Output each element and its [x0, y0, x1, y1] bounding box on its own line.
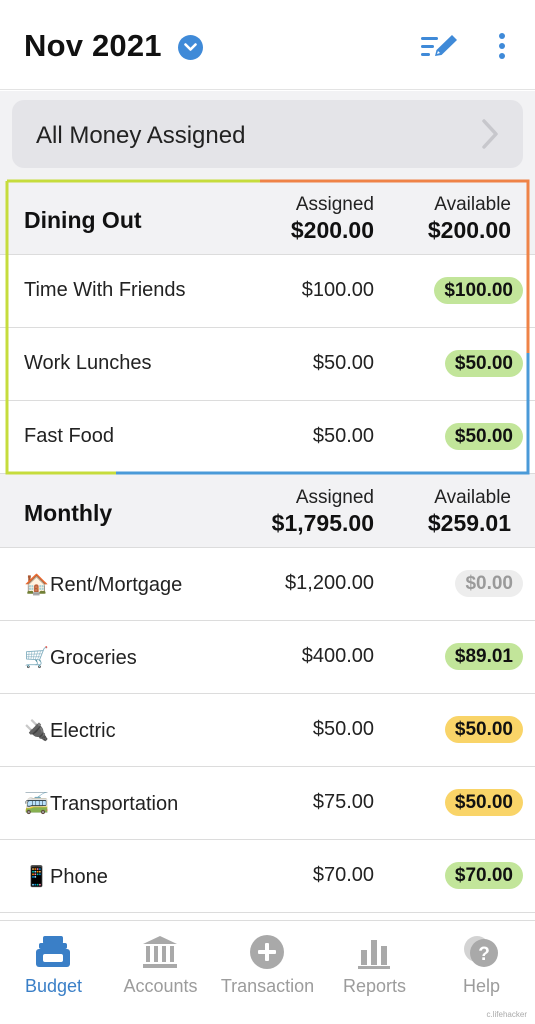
- category-name-wrap: 📱Phone: [24, 864, 108, 889]
- assigned-column-label: Assigned: [295, 194, 374, 215]
- category-row[interactable]: Fast Food $50.00 $50.00: [0, 401, 535, 474]
- nav-label: Help: [462, 976, 501, 996]
- category-row[interactable]: Time With Friends $100.00 $100.00: [0, 255, 535, 328]
- trolleybus-icon: 🚎: [24, 793, 49, 815]
- nav-reports[interactable]: Reports: [321, 921, 428, 1024]
- category-assigned[interactable]: $400.00: [302, 645, 374, 668]
- shopping-cart-icon: 🛒: [24, 647, 49, 669]
- category-assigned[interactable]: $70.00: [313, 864, 374, 887]
- category-assigned[interactable]: $75.00: [313, 791, 374, 814]
- chevron-right-icon: [482, 119, 498, 149]
- available-column-label: Available: [434, 487, 511, 508]
- watermark-text: c.lifehacker: [486, 1010, 527, 1019]
- category-name: Rent/Mortgage: [50, 574, 183, 596]
- group-name: Monthly: [24, 500, 113, 526]
- group-assigned-total: $200.00: [290, 217, 374, 243]
- electric-plug-icon: 🔌: [24, 720, 49, 742]
- month-dropdown-chevron-icon[interactable]: [178, 35, 203, 60]
- category-row[interactable]: 🚎Transportation $75.00 $50.00: [0, 767, 535, 840]
- category-assigned[interactable]: $100.00: [302, 279, 374, 302]
- house-icon: 🏠: [24, 574, 49, 596]
- category-name: Work Lunches: [24, 352, 152, 374]
- available-pill[interactable]: $0.00: [455, 570, 523, 597]
- category-row[interactable]: 📱Phone $70.00 $70.00: [0, 840, 535, 913]
- category-name: Electric: [50, 720, 116, 742]
- help-question-icon: ?: [464, 936, 498, 967]
- bottom-nav: Budget Accounts Transaction Reports ? He…: [0, 920, 535, 1024]
- category-name: Time With Friends: [24, 279, 186, 301]
- nav-label: Budget: [24, 976, 83, 996]
- category-name: Groceries: [50, 647, 137, 669]
- mobile-phone-icon: 📱: [24, 866, 49, 888]
- category-name-wrap: 🚎Transportation: [24, 791, 178, 816]
- category-row[interactable]: 🔌Electric $50.00 $50.00: [0, 694, 535, 767]
- category-row[interactable]: Work Lunches $50.00 $50.00: [0, 328, 535, 401]
- group-available-total: $259.01: [427, 510, 511, 536]
- plus-circle-icon: [250, 935, 284, 969]
- assigned-column-label: Assigned: [295, 487, 374, 508]
- app-header: Nov 2021: [0, 0, 535, 90]
- group-header-dining-out[interactable]: Dining Out Assigned $200.00 Available $2…: [0, 181, 535, 255]
- nav-budget[interactable]: Budget: [0, 921, 107, 1024]
- svg-text:?: ?: [478, 944, 490, 965]
- nav-accounts[interactable]: Accounts: [107, 921, 214, 1024]
- nav-help[interactable]: ? Help: [428, 921, 535, 1024]
- all-money-assigned-banner[interactable]: All Money Assigned: [12, 100, 523, 168]
- group-header-monthly[interactable]: Monthly Assigned $1,795.00 Available $25…: [0, 474, 535, 548]
- category-row-partial[interactable]: [0, 913, 535, 920]
- category-name-wrap: 🏠Rent/Mortgage: [24, 572, 182, 597]
- available-pill[interactable]: $89.01: [444, 643, 523, 670]
- group-name: Dining Out: [24, 207, 142, 233]
- group-available-total: $200.00: [427, 217, 511, 243]
- available-pill[interactable]: $50.00: [444, 789, 523, 816]
- nav-label: Accounts: [123, 976, 198, 996]
- category-assigned[interactable]: $1,200.00: [285, 572, 374, 595]
- edit-list-icon[interactable]: [419, 33, 461, 61]
- available-pill[interactable]: $50.00: [444, 423, 523, 450]
- category-row[interactable]: 🏠Rent/Mortgage $1,200.00 $0.00: [0, 548, 535, 621]
- nav-label: Transaction: [220, 976, 315, 996]
- banner-label: All Money Assigned: [36, 122, 246, 149]
- bank-icon: [143, 936, 177, 968]
- available-column-label: Available: [434, 194, 511, 215]
- category-name: Fast Food: [24, 425, 115, 447]
- month-title[interactable]: Nov 2021: [24, 28, 162, 64]
- more-options-icon[interactable]: [496, 32, 508, 62]
- category-assigned[interactable]: $50.00: [313, 718, 374, 741]
- available-pill[interactable]: $100.00: [434, 277, 523, 304]
- nav-label: Reports: [342, 976, 407, 996]
- group-assigned-total: $1,795.00: [271, 510, 374, 536]
- available-pill[interactable]: $50.00: [444, 350, 523, 377]
- nav-transaction[interactable]: Transaction: [214, 921, 321, 1024]
- available-pill[interactable]: $70.00: [444, 862, 523, 889]
- category-name-wrap: 🔌Electric: [24, 718, 116, 743]
- available-pill[interactable]: $50.00: [444, 716, 523, 743]
- category-name: Phone: [50, 866, 108, 888]
- budget-icon: [36, 936, 70, 967]
- category-row[interactable]: 🛒Groceries $400.00 $89.01: [0, 621, 535, 694]
- category-name: Transportation: [50, 793, 179, 815]
- budget-content: All Money Assigned Dining Out Assigned $…: [0, 91, 535, 920]
- category-name-wrap: 🛒Groceries: [24, 645, 137, 670]
- category-assigned[interactable]: $50.00: [313, 352, 374, 375]
- category-assigned[interactable]: $50.00: [313, 425, 374, 448]
- bar-chart-icon: [358, 940, 390, 969]
